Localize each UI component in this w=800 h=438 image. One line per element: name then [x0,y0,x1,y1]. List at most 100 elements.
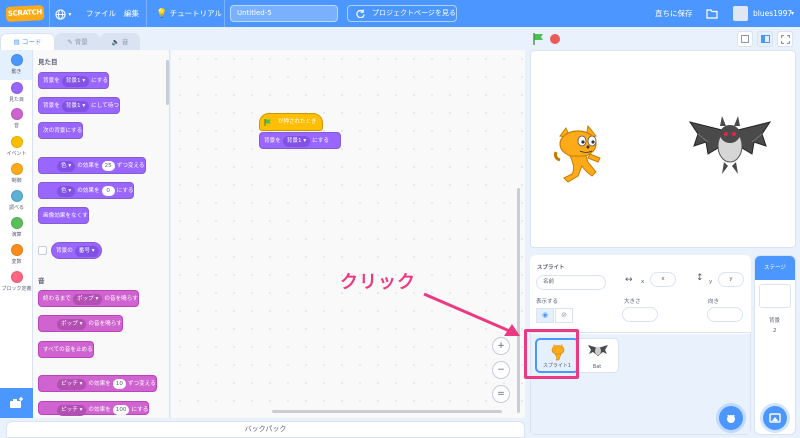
x-label: x [641,279,645,285]
stage-thumbnail[interactable] [759,284,791,308]
green-flag-button[interactable] [532,33,544,45]
sound-effect-value-input[interactable]: 100 [112,405,130,415]
backdrops-label: 背景 [769,318,781,324]
category-dot [10,190,23,202]
chevron-down-icon[interactable]: ▾ [791,0,794,27]
cat-plus-icon [727,414,735,423]
category-dot [10,82,23,94]
direction-input[interactable] [707,307,743,322]
effect-dropdown[interactable]: 色 ▾ [57,186,76,197]
edit-menu[interactable]: 編集 [124,0,139,27]
switch-backdrop-block[interactable]: 背景を 背景1 ▾ にする [38,72,109,89]
monitor-checkbox[interactable] [38,246,47,255]
menu-divider [146,0,147,27]
change-effect-block[interactable]: 色 ▾ の効果を 25 ずつ変える [38,157,146,174]
sound-dropdown[interactable]: ポップ ▾ [72,294,103,305]
lightbulb-icon: 💡 [156,9,168,19]
bat-sprite[interactable] [688,112,772,184]
effect-value-input[interactable]: 25 [101,161,115,171]
block-text: の音を鳴らす [104,296,138,302]
choose-backdrop-button[interactable] [763,406,787,430]
block-text: ずつ変える [116,163,145,169]
play-sound-until-done-block[interactable]: 終わるまで ポップ ▾ の音を鳴らす [38,290,139,307]
project-title-input[interactable]: Untitled-5 [230,5,338,22]
change-sound-effect-block[interactable]: ピッチ ▾ の効果を 10 ずつ変える [38,375,157,392]
set-effect-block[interactable]: 色 ▾ の効果を 0 にする [38,182,135,199]
sprite-tile-bat[interactable]: Bat [575,338,619,373]
category-label: 音 [13,123,19,129]
category-variables[interactable]: 変数 [0,244,33,265]
scratch-logo[interactable]: SCRATCH [5,5,45,22]
zoom-out-button[interactable]: − [492,361,510,379]
show-sprite-button[interactable]: ◉ [536,308,554,323]
backdrop-dropdown[interactable]: 背景1 ▾ [61,101,90,112]
sound-effect-dropdown[interactable]: ピッチ ▾ [57,379,87,390]
clear-effects-block[interactable]: 画像効果をなくす [38,207,89,224]
tutorials-button[interactable]: 💡 チュートリアル [156,0,222,27]
zoom-reset-button[interactable]: = [492,385,510,403]
add-extension-button[interactable] [0,388,33,418]
my-stuff-button[interactable] [706,0,718,27]
stop-button[interactable] [550,34,560,44]
show-label: 表示する [536,299,559,305]
backdrop-dropdown[interactable]: 背景1 ▾ [282,136,311,147]
language-menu[interactable]: ▾ [55,0,71,27]
next-backdrop-block[interactable]: 次の背景にする [38,122,84,139]
start-sound-block[interactable]: ポップ ▾ の音を鳴らす [38,315,123,332]
chevron-down-icon: ▾ [68,11,72,18]
category-events[interactable]: イベント [0,136,33,157]
workspace-horizontal-scrollbar[interactable] [272,410,502,413]
block-text: 終わるまで [43,296,71,302]
normal-stage-button[interactable] [757,31,773,47]
globe-icon [55,8,66,20]
category-sensing[interactable]: 調べる [0,190,33,211]
backpack-bar[interactable]: バックパック [6,421,525,438]
effect-value-input[interactable]: 0 [101,186,115,196]
category-looks[interactable]: 見た目 [0,82,33,103]
category-label: 変数 [11,259,22,265]
block-text: の効果を [77,163,100,169]
size-input[interactable] [622,307,658,322]
tab-code[interactable]: ▤ コード [0,33,55,50]
hide-sprite-button[interactable]: ⊘ [555,308,573,323]
choose-sprite-button[interactable] [719,406,743,430]
backdrop-dropdown[interactable]: 背景1 ▾ [61,76,90,87]
fullscreen-button[interactable] [777,31,793,47]
set-sound-effect-block[interactable]: ピッチ ▾ の効果を 100 にする [38,401,150,416]
small-stage-button[interactable] [737,31,753,47]
x-input[interactable]: x [650,272,676,287]
scratch-cat-sprite[interactable] [552,122,607,186]
tab-backdrops[interactable]: ✎ 背景 [55,33,100,50]
y-input[interactable]: y [718,272,744,287]
switch-backdrop-block[interactable]: 背景を 背景1 ▾ にする [259,132,341,149]
block-text: の効果を [88,381,111,387]
avatar[interactable] [733,6,748,21]
block-text: 背景を [43,103,60,109]
file-menu[interactable]: ファイル [86,0,116,27]
number-name-dropdown[interactable]: 番号 ▾ [74,246,99,257]
category-operators[interactable]: 演算 [0,217,33,238]
dropdown-value: ピッチ [61,407,78,413]
category-dot [10,217,23,229]
palette-scrollbar[interactable] [166,60,169,105]
save-now-button[interactable]: 直ちに保存 [655,0,693,27]
see-project-page-label: プロジェクトページを見る [372,9,456,17]
backdrop-number-reporter[interactable]: 背景の 番号 ▾ [51,242,102,259]
sound-effect-value-input[interactable]: 10 [112,379,126,389]
stop-all-sounds-block[interactable]: すべての音を止める [38,341,94,358]
sound-effect-dropdown[interactable]: ピッチ ▾ [57,405,87,416]
code-icon: ▤ [13,38,20,46]
category-dot [10,54,23,66]
category-sound[interactable]: 音 [0,108,33,129]
category-control[interactable]: 制御 [0,163,33,184]
tab-sounds[interactable]: 🔈 音 [100,33,140,50]
switch-backdrop-and-wait-block[interactable]: 背景を 背景1 ▾ にして待つ [38,97,120,114]
see-project-page-button[interactable]: プロジェクトページを見る [347,5,457,22]
effect-dropdown[interactable]: 色 ▾ [57,161,76,172]
sound-dropdown[interactable]: ポップ ▾ [57,319,87,330]
category-my-blocks[interactable]: ブロック定義 [0,271,33,292]
code-workspace[interactable] [171,50,525,418]
category-motion[interactable]: 動き [0,54,33,75]
username[interactable]: blues1997 [753,0,792,27]
sprite-name-input[interactable]: 名前 [536,275,606,290]
